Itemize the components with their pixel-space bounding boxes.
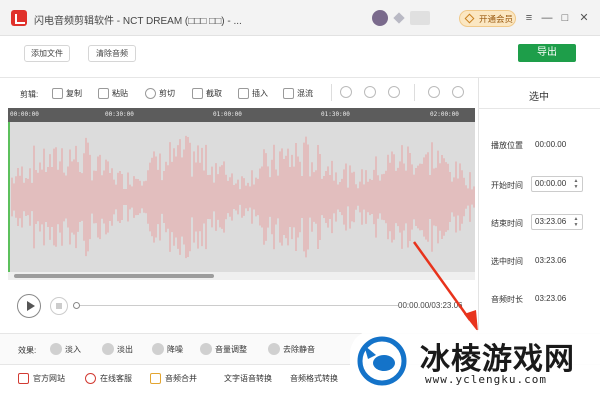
stop-button[interactable]: [50, 297, 68, 315]
clear-audio-button[interactable]: 清除音频: [88, 45, 136, 62]
watermark-url: www.yclengku.com: [425, 373, 547, 386]
fade-in-button[interactable]: 淡入: [50, 342, 81, 356]
insert-icon: [238, 87, 249, 99]
denoise-button[interactable]: 降噪: [152, 342, 183, 356]
mix-button[interactable]: 混流: [283, 86, 313, 100]
playback-progress[interactable]: [78, 305, 398, 306]
playback-knob[interactable]: [73, 302, 80, 309]
user-support-icon: [85, 372, 96, 384]
online-support-link[interactable]: 在线客服: [85, 371, 132, 385]
end-time-value: 03:23.06: [535, 217, 567, 226]
scissors-icon: [145, 87, 156, 99]
start-time-value: 00:00.00: [535, 179, 567, 188]
insert-button[interactable]: 插入: [238, 86, 268, 100]
play-button[interactable]: [17, 294, 41, 318]
zoom-in-icon[interactable]: [428, 86, 440, 98]
user-name-redacted: [410, 11, 430, 25]
ruler-tick-label: 00:00:00: [10, 111, 39, 118]
speaker-icon: [200, 343, 212, 355]
end-time-input[interactable]: 03:23.06 ▲ ▼: [531, 214, 583, 230]
fade-out-icon: [102, 343, 114, 355]
menu-icon[interactable]: ≡: [523, 12, 535, 24]
app-logo-icon: [11, 10, 27, 26]
selected-time-label: 选中时间: [491, 257, 523, 266]
official-site-link[interactable]: 官方网站: [18, 371, 65, 385]
redo-icon[interactable]: [388, 86, 400, 98]
toolbar-divider: [414, 84, 415, 101]
remove-silence-button[interactable]: 去除静音: [268, 342, 315, 356]
user-avatar[interactable]: [372, 10, 388, 26]
waveform: [8, 122, 475, 272]
monitor-icon: [18, 372, 29, 384]
maximize-icon[interactable]: □: [559, 12, 571, 24]
paste-button[interactable]: 粘贴: [98, 86, 128, 100]
silence-icon: [268, 343, 280, 355]
close-icon[interactable]: ✕: [578, 12, 590, 24]
copy-button[interactable]: 复制: [52, 86, 82, 100]
link-icon: [150, 372, 161, 384]
mix-icon: [283, 87, 294, 99]
play-position-value: 00:00.00: [535, 140, 567, 149]
duration-label: 音频时长: [491, 295, 523, 304]
fade-in-icon: [50, 343, 62, 355]
start-time-input[interactable]: 00:00.00 ▲ ▼: [531, 176, 583, 192]
toolbar-divider: [331, 84, 332, 101]
text-to-speech-link[interactable]: 文字语音转换: [224, 371, 272, 385]
denoise-icon: [152, 343, 164, 355]
export-button[interactable]: 导出: [518, 44, 576, 62]
end-time-stepper-icon[interactable]: ▲ ▼: [571, 216, 581, 228]
ruler-tick-label: 01:00:00: [213, 111, 242, 118]
copy-icon: [52, 87, 63, 99]
ruler-tick-label: 00:30:00: [105, 111, 134, 118]
ruler-tick-label: 02:00:00: [430, 111, 459, 118]
format-convert-link[interactable]: 音频格式转换: [290, 371, 338, 385]
paste-icon: [98, 87, 109, 99]
selection-panel-title: 选中: [529, 92, 549, 103]
cut-button[interactable]: 剪切: [145, 86, 175, 100]
fade-out-button[interactable]: 淡出: [102, 342, 133, 356]
panel-divider: [478, 108, 600, 109]
waveform-area[interactable]: [8, 122, 475, 272]
watermark-logo-icon: [357, 336, 407, 386]
ruler-tick-label: 01:30:00: [321, 111, 350, 118]
undo-icon[interactable]: [364, 86, 376, 98]
red-arrow-icon: [412, 241, 478, 332]
selection-panel: [478, 77, 600, 330]
crop-icon: [192, 87, 203, 99]
window-title: 闪电音频剪辑软件 - NCT DREAM (□□□ □□) - ...: [34, 16, 242, 27]
zoom-out-icon[interactable]: [452, 86, 464, 98]
selected-time-value: 03:23.06: [535, 256, 567, 265]
trim-button[interactable]: 截取: [192, 86, 222, 100]
effects-label: 效果:: [18, 346, 37, 355]
audio-merge-link[interactable]: 音频合并: [150, 371, 197, 385]
watermark-brand: 冰棱游戏网: [420, 342, 575, 377]
start-time-label: 开始时间: [491, 181, 523, 190]
start-time-stepper-icon[interactable]: ▲ ▼: [571, 178, 581, 190]
volume-adjust-button[interactable]: 音量调整: [200, 342, 247, 356]
play-position-label: 播放位置: [491, 141, 523, 150]
duration-value: 03:23.06: [535, 294, 567, 303]
minimize-icon[interactable]: —: [541, 12, 553, 24]
end-time-label: 结束时间: [491, 219, 523, 228]
scrollbar-thumb[interactable]: [14, 274, 214, 278]
headphones-icon[interactable]: [340, 86, 352, 98]
edit-label: 剪辑:: [20, 90, 39, 99]
add-file-button[interactable]: 添加文件: [24, 45, 70, 62]
